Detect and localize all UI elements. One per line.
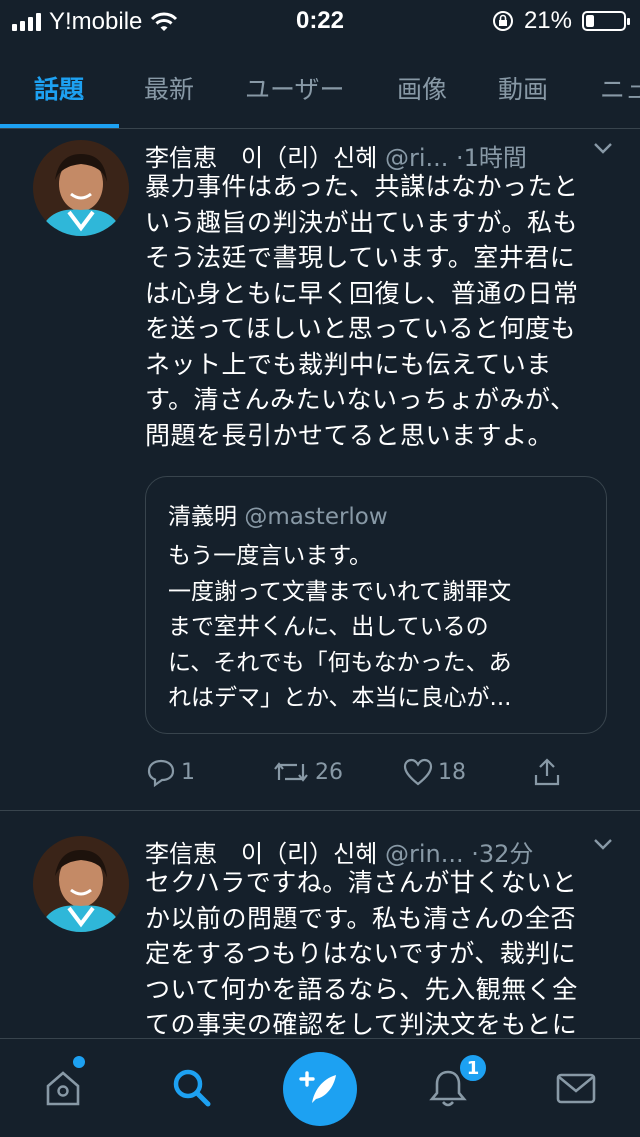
quoted-line: 一度謝って文書までいれて謝罪文	[168, 578, 512, 605]
share-icon	[534, 758, 560, 786]
compose-button[interactable]	[283, 1052, 357, 1126]
tweet-text: セクハラですね。清さんが甘くないと か以前の問題です。私も清さんの全否 定をする…	[145, 865, 605, 1038]
tab-topics[interactable]: 話題	[34, 70, 84, 106]
tab-news[interactable]: ニュ	[600, 70, 640, 106]
tweet-line: 定をするつもりはないですが、裁判に	[145, 939, 577, 968]
author-handle[interactable]: @ri...	[385, 144, 448, 172]
avatar[interactable]	[33, 836, 129, 932]
quoted-tweet-text: もう一度言います。 一度謝って文書までいれて謝罪文 まで室井くんに、出しているの…	[168, 539, 583, 717]
author-name[interactable]: 李信恵 이（리）신혜	[145, 144, 377, 172]
quoted-line: まで室井くんに、出しているの	[168, 614, 489, 640]
tweet-divider	[0, 810, 640, 811]
tweet-line: は心身ともに早く回復し、普通の日常	[145, 278, 579, 308]
tweet-text: 暴力事件はあった、共謀はなかったと いう趣旨の判決が出ていますが。私も そう法廷…	[145, 169, 605, 453]
search-tabs: 話題 最新 ユーザー 画像 動画 ニュ	[0, 40, 640, 129]
tweet-line: いう趣旨の判決が出ていますが。私も	[145, 207, 579, 237]
tweet-line: を送ってほしいと思っていると何度も	[145, 314, 577, 343]
retweet-button[interactable]: 26	[271, 756, 343, 788]
nav-search[interactable]	[167, 1063, 217, 1113]
unread-dot	[73, 1056, 85, 1068]
tweet-line: す。清さんみたいないっちょがみが、	[145, 385, 576, 414]
like-icon	[403, 758, 433, 786]
like-button[interactable]: 18	[402, 756, 466, 788]
tweet[interactable]: 李信恵 이（리）신혜 @ri... ·1時間 暴力事件はあった、共謀はなかったと…	[0, 128, 640, 810]
reply-button[interactable]: 1	[145, 756, 195, 788]
notification-badge: 1	[457, 1052, 489, 1084]
retweet-count: 26	[315, 759, 343, 785]
nav-home[interactable]	[38, 1063, 88, 1113]
home-icon	[46, 1071, 80, 1106]
tweet-header: 李信恵 이（리）신혜 @ri... ·1時間	[145, 136, 615, 172]
tweet-header: 李信恵 이（리）신혜 @rin... ·32分	[145, 832, 615, 868]
tweet-line: 問題を長引かせてると思いますよ。	[145, 420, 554, 450]
like-count: 18	[438, 759, 466, 785]
tweet[interactable]: 李信恵 이（리）신혜 @rin... ·32分 セクハラですね。清さんが甘くない…	[0, 812, 640, 1038]
tweet-line: 暴力事件はあった、共謀はなかったと	[145, 172, 579, 201]
quoted-tweet[interactable]: 清義明 @masterlow もう一度言います。 一度謝って文書までいれて謝罪文…	[145, 476, 607, 734]
nav-messages[interactable]	[551, 1063, 601, 1113]
tweet-line: ついて何かを語るなら、先入観無く全	[145, 974, 578, 1004]
compose-icon	[299, 1071, 336, 1103]
tab-images[interactable]: 画像	[397, 70, 447, 106]
author-handle[interactable]: @rin...	[385, 840, 464, 868]
search-icon	[173, 1069, 211, 1107]
reply-count: 1	[181, 759, 195, 785]
tweet-line: セクハラですね。清さんが甘くないと	[145, 868, 578, 897]
quoted-line: れはデマ」とか、本当に良心が...	[168, 685, 512, 711]
status-right: 21%	[492, 7, 630, 35]
tab-videos[interactable]: 動画	[498, 70, 548, 106]
tweet-line: そう法廷で書現しています。室井君に	[145, 243, 576, 272]
battery-icon	[582, 11, 630, 31]
avatar-image	[33, 140, 129, 236]
battery-fill	[586, 15, 594, 27]
tweet-line: か以前の問題です。私も清さんの全否	[145, 903, 577, 933]
chevron-down-icon[interactable]	[591, 136, 615, 166]
tweet-time: ·32分	[471, 840, 534, 868]
tweet-line: ネット上でも裁判中にも伝えていま	[145, 349, 552, 379]
retweet-icon	[274, 762, 308, 782]
quoted-author-name: 清義明	[168, 504, 237, 530]
quoted-author-handle: @masterlow	[244, 504, 388, 530]
reply-icon	[147, 759, 175, 788]
avatar-image	[33, 836, 129, 932]
quoted-line: に、それでも「何もなかった、あ	[168, 649, 512, 676]
tab-users[interactable]: ユーザー	[245, 70, 345, 106]
tweet-line: ての事実の確認をして判決文をもとに	[145, 1010, 578, 1038]
messages-icon	[556, 1073, 596, 1104]
avatar[interactable]	[33, 140, 129, 236]
tweet-actions: 1 26 18	[145, 756, 565, 792]
quoted-tweet-header: 清義明 @masterlow	[168, 497, 388, 531]
status-bar: Y!mobile 0:22 21%	[0, 0, 640, 40]
battery-percent: 21%	[523, 7, 572, 34]
tab-latest[interactable]: 最新	[144, 70, 194, 106]
share-button[interactable]	[531, 756, 563, 788]
quoted-line: もう一度言います。	[168, 543, 373, 569]
chevron-down-icon[interactable]	[591, 832, 615, 862]
author-name[interactable]: 李信恵 이（리）신혜	[145, 840, 377, 868]
orientation-lock-icon	[492, 11, 513, 31]
tweet-time: ·1時間	[456, 144, 527, 172]
